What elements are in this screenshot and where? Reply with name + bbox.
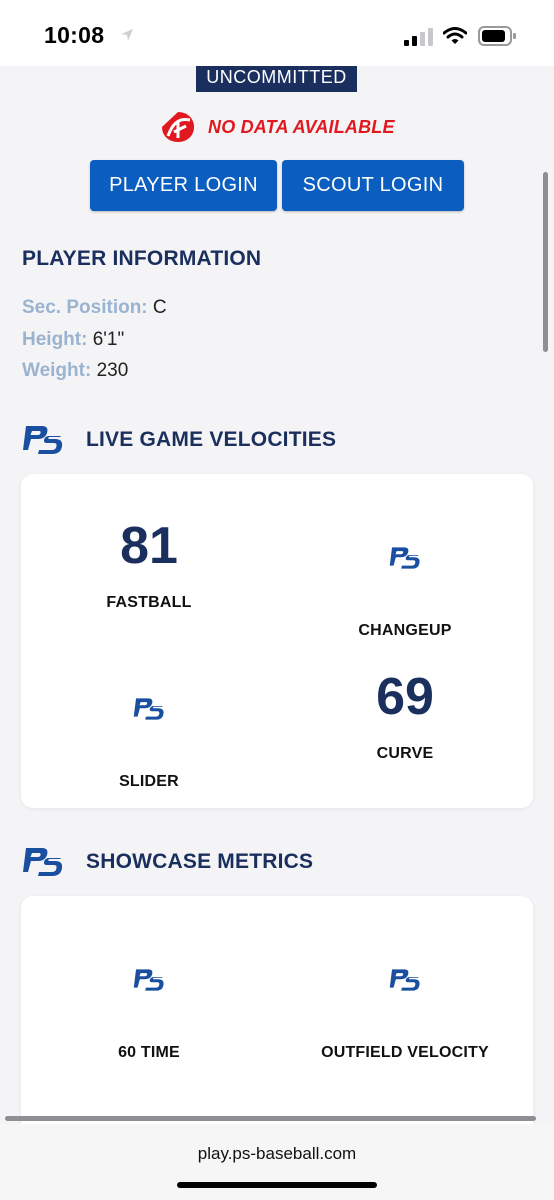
metric-outfield-velocity: OUTFIELD VELOCITY <box>277 938 533 1062</box>
showcase-card: 60 TIME OUTFIELD VELOCITY <box>21 896 533 1124</box>
ps-logo-icon <box>133 969 164 991</box>
metric-label: OUTFIELD VELOCITY <box>321 1044 489 1061</box>
ps-logo-icon <box>389 969 420 991</box>
metric-label: FASTBALL <box>106 594 192 611</box>
info-label: Sec. Position: <box>22 297 148 318</box>
home-indicator[interactable] <box>177 1182 377 1188</box>
info-value: 230 <box>96 360 129 381</box>
metric-changeup: CHANGEUP <box>277 516 533 640</box>
no-data-text: NO DATA AVAILABLE <box>208 116 395 137</box>
live-velocities-card: 81 FASTBALL CHANGEUP SLIDER 69 CURVE <box>21 474 533 808</box>
no-data-logo-icon <box>162 112 194 142</box>
metric-label: CHANGEUP <box>358 622 452 639</box>
commit-status-badge: UNCOMMITTED <box>196 66 357 92</box>
info-sec-position: Sec. Position: C <box>22 297 167 319</box>
metric-logo-slot <box>21 966 277 1026</box>
metric-60-time: 60 TIME <box>21 938 277 1062</box>
ps-logo-icon <box>133 698 164 720</box>
info-label: Weight: <box>22 360 92 381</box>
info-label: Height: <box>22 329 88 350</box>
battery-icon <box>478 26 516 46</box>
url-text[interactable]: play.ps-baseball.com <box>0 1144 554 1164</box>
metric-slider: SLIDER <box>21 667 277 791</box>
horizontal-scrollbar[interactable] <box>5 1116 536 1121</box>
info-value: 6'1" <box>92 329 125 350</box>
showcase-heading: SHOWCASE METRICS <box>86 850 314 873</box>
metric-fastball: 81 FASTBALL <box>21 516 277 612</box>
player-info-heading: PLAYER INFORMATION <box>22 247 262 270</box>
metric-value: 69 <box>376 668 434 726</box>
ps-logo-icon <box>23 426 63 454</box>
wifi-icon <box>443 27 467 44</box>
info-weight: Weight: 230 <box>22 360 128 382</box>
signal-icon <box>404 28 433 46</box>
ps-logo-icon <box>23 848 63 876</box>
vertical-scrollbar[interactable] <box>543 172 548 352</box>
metric-label: SLIDER <box>119 773 179 790</box>
browser-address-bar[interactable]: play.ps-baseball.com <box>0 1124 554 1200</box>
info-value: C <box>152 297 167 318</box>
scout-login-button[interactable]: SCOUT LOGIN <box>282 160 464 211</box>
metric-label: 60 TIME <box>118 1044 180 1061</box>
info-height: Height: 6'1" <box>22 329 124 351</box>
metric-logo-slot <box>277 966 533 1026</box>
page-content: UNCOMMITTED NO DATA AVAILABLE PLAYER LOG… <box>0 66 554 1124</box>
ps-logo-icon <box>389 547 420 569</box>
status-bar: 10:08 <box>0 0 554 66</box>
metric-logo-slot <box>277 544 533 604</box>
live-velocities-heading: LIVE GAME VELOCITIES <box>86 428 337 451</box>
no-data-row: NO DATA AVAILABLE <box>160 110 395 144</box>
status-time: 10:08 <box>44 22 105 48</box>
player-login-button[interactable]: PLAYER LOGIN <box>90 160 277 211</box>
metric-logo-slot <box>21 695 277 755</box>
metric-label: CURVE <box>376 745 434 762</box>
metric-value: 81 <box>120 517 178 575</box>
metric-curve: 69 CURVE <box>277 667 533 763</box>
location-arrow-icon <box>121 29 133 41</box>
